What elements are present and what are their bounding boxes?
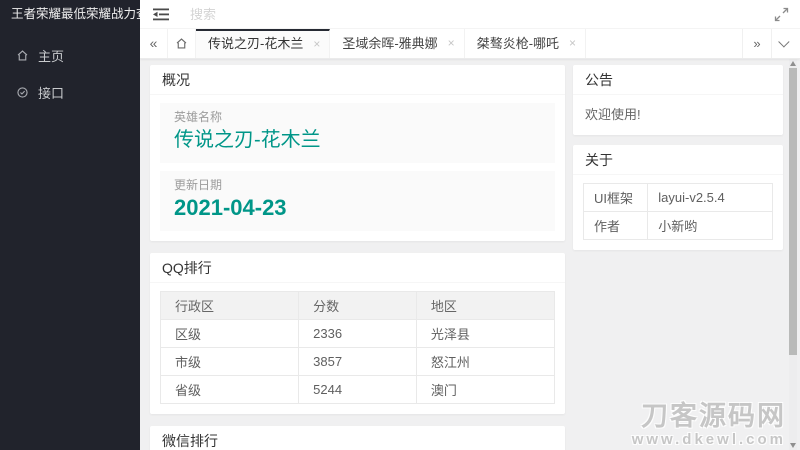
notice-body: 欢迎使用! [573, 95, 783, 135]
column-header: 分数 [299, 292, 417, 320]
tab-bar: « 传说之刃-花木兰 × 圣域余晖-雅典娜 × 桀骜炎枪-哪吒 × » [140, 29, 800, 59]
about-card-title: 关于 [573, 145, 783, 175]
hero-name-label: 英雄名称 [174, 109, 541, 125]
cell-region: 怒江州 [416, 348, 554, 376]
update-date-box: 更新日期 2021-04-23 [160, 171, 555, 231]
table-header-row: 行政区 分数 地区 [161, 292, 555, 320]
cell-score: 5244 [299, 376, 417, 404]
tabs-menu-button[interactable] [771, 29, 800, 58]
column-header: 地区 [416, 292, 554, 320]
app-title: 王者荣耀最低荣耀战力查 [0, 0, 140, 29]
scrollbar-thumb[interactable] [789, 68, 797, 355]
qq-rank-table: 行政区 分数 地区 区级 2336 光泽县 市级 385 [160, 291, 555, 404]
sidebar-item-label: 主页 [38, 46, 64, 65]
tab-label: 传说之刃-花木兰 [208, 36, 303, 51]
circle-check-icon [16, 86, 29, 99]
table-row: 区级 2336 光泽县 [161, 320, 555, 348]
cell-level: 省级 [161, 376, 299, 404]
sidebar-item-label: 接口 [38, 83, 64, 102]
about-key: UI框架 [584, 184, 648, 212]
column-header: 行政区 [161, 292, 299, 320]
cell-level: 区级 [161, 320, 299, 348]
tab-hero-athena[interactable]: 圣域余晖-雅典娜 × [330, 29, 464, 58]
overview-card: 概况 英雄名称 传说之刃-花木兰 更新日期 2021-04-23 [150, 65, 565, 241]
notice-card: 公告 欢迎使用! [573, 65, 783, 135]
about-card: 关于 UI框架 layui-v2.5.4 作者 小新哟 [573, 145, 783, 250]
tabs-scroll-right-button[interactable]: » [742, 29, 771, 58]
about-key: 作者 [584, 212, 648, 240]
update-date-value: 2021-04-23 [174, 193, 541, 223]
scrollbar-up-arrow-icon[interactable] [790, 61, 796, 66]
sidebar: 王者荣耀最低荣耀战力查 主页 接口 [0, 0, 140, 450]
table-row: 省级 5244 澳门 [161, 376, 555, 404]
sidebar-menu: 主页 接口 [0, 29, 140, 111]
about-table: UI框架 layui-v2.5.4 作者 小新哟 [583, 183, 773, 240]
cell-region: 澳门 [416, 376, 554, 404]
table-row: 市级 3857 怒江州 [161, 348, 555, 376]
left-column: 概况 英雄名称 传说之刃-花木兰 更新日期 2021-04-23 QQ排行 [150, 65, 565, 450]
cell-level: 市级 [161, 348, 299, 376]
tab-bar-spacer [586, 29, 742, 58]
table-row: 作者 小新哟 [584, 212, 773, 240]
update-date-label: 更新日期 [174, 177, 541, 193]
content-scrollbar[interactable] [789, 59, 797, 450]
tab-close-icon[interactable]: × [569, 29, 576, 58]
wechat-rank-card-title: 微信排行 [150, 426, 565, 450]
qq-rank-card-title: QQ排行 [150, 253, 565, 283]
home-tab-icon [175, 37, 188, 50]
fullscreen-button[interactable] [774, 7, 789, 22]
cell-region: 光泽县 [416, 320, 554, 348]
tab-close-icon[interactable]: × [448, 29, 455, 58]
tabs-scroll-left-button[interactable]: « [140, 29, 167, 58]
fullscreen-icon [774, 7, 789, 22]
main-content: 概况 英雄名称 传说之刃-花木兰 更新日期 2021-04-23 QQ排行 [140, 59, 800, 450]
tab-label: 圣域余晖-雅典娜 [342, 36, 437, 51]
cell-score: 2336 [299, 320, 417, 348]
home-icon [16, 49, 29, 62]
right-column: 公告 欢迎使用! 关于 UI框架 layui-v2.5.4 作者 小新哟 [573, 65, 783, 262]
about-value: layui-v2.5.4 [648, 184, 773, 212]
scrollbar-down-arrow-icon[interactable] [790, 443, 796, 448]
search-input[interactable] [190, 0, 490, 29]
wechat-rank-card: 微信排行 行政区 分数 地区 [150, 426, 565, 450]
tab-close-icon[interactable]: × [313, 31, 320, 57]
qq-rank-card: QQ排行 行政区 分数 地区 区级 2336 光泽县 [150, 253, 565, 414]
table-row: UI框架 layui-v2.5.4 [584, 184, 773, 212]
tab-home[interactable] [167, 29, 196, 58]
collapse-sidebar-button[interactable] [152, 7, 170, 22]
hero-name-box: 英雄名称 传说之刃-花木兰 [160, 103, 555, 163]
overview-card-title: 概况 [150, 65, 565, 95]
tab-label: 桀骜炎枪-哪吒 [477, 36, 559, 51]
tab-hero-mulan[interactable]: 传说之刃-花木兰 × [196, 29, 330, 58]
hero-name-value: 传说之刃-花木兰 [174, 125, 541, 155]
tab-hero-nezha[interactable]: 桀骜炎枪-哪吒 × [465, 29, 586, 58]
sidebar-item-api[interactable]: 接口 [0, 74, 140, 111]
cell-score: 3857 [299, 348, 417, 376]
top-header [140, 0, 800, 29]
notice-card-title: 公告 [573, 65, 783, 95]
sidebar-item-home[interactable]: 主页 [0, 37, 140, 74]
shrink-menu-icon [152, 7, 170, 22]
about-value: 小新哟 [648, 212, 773, 240]
chevron-down-icon [778, 36, 789, 47]
